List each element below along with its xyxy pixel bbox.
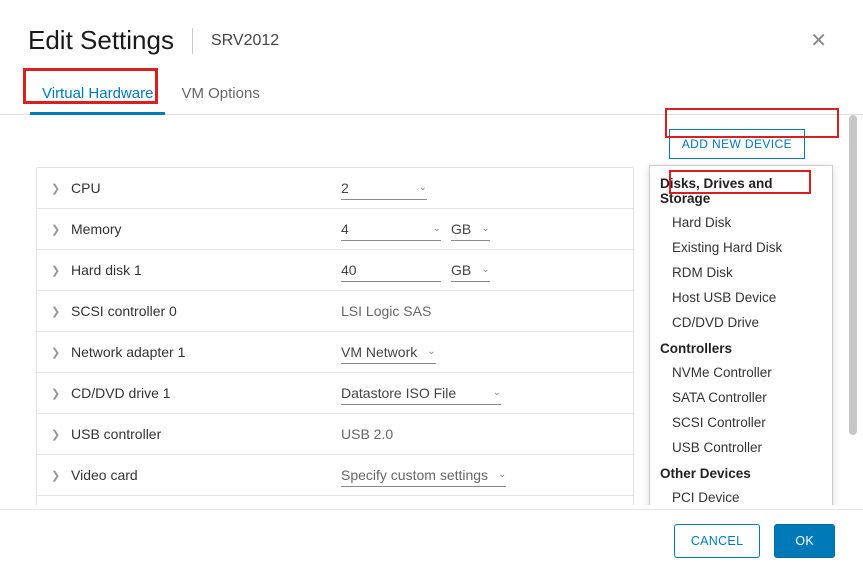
memory-value: 4 — [341, 221, 349, 237]
hardware-table: ❯ CPU 2 ⌄ ❯ Memory 4 ⌄ — [36, 167, 634, 505]
edit-settings-dialog: Edit Settings SRV2012 ✕ Virtual Hardware… — [0, 0, 863, 572]
chevron-down-icon: ⌄ — [409, 182, 427, 193]
menu-item-pci[interactable]: PCI Device — [650, 485, 832, 505]
scsi-value: LSI Logic SAS — [341, 303, 431, 319]
row-network: ❯ Network adapter 1 VM Network ⌄ — [37, 332, 633, 373]
chevron-right-icon[interactable]: ❯ — [51, 346, 59, 359]
tab-bar: Virtual Hardware VM Options — [0, 75, 863, 115]
scrollbar-thumb[interactable] — [849, 115, 857, 435]
chevron-down-icon: ⌄ — [488, 469, 506, 480]
row-hard-disk: ❯ Hard disk 1 40 GB ⌄ — [37, 250, 633, 291]
menu-item-usb-ctrl[interactable]: USB Controller — [650, 435, 832, 460]
chevron-right-icon[interactable]: ❯ — [51, 223, 59, 236]
memory-unit: GB — [451, 221, 471, 237]
hard-disk-unit: GB — [451, 262, 471, 278]
menu-item-nvme[interactable]: NVMe Controller — [650, 360, 832, 385]
usb-label: USB controller — [71, 426, 341, 442]
row-security: ❯ Security Devices Not Configured — [37, 496, 633, 505]
cancel-button[interactable]: CANCEL — [674, 524, 761, 558]
memory-label: Memory — [71, 221, 341, 237]
close-icon[interactable]: ✕ — [806, 24, 831, 57]
cddvd-select[interactable]: Datastore ISO File ⌄ — [341, 382, 501, 405]
chevron-right-icon[interactable]: ❯ — [51, 469, 59, 482]
row-cpu: ❯ CPU 2 ⌄ — [37, 168, 633, 209]
chevron-right-icon[interactable]: ❯ — [51, 264, 59, 277]
chevron-down-icon: ⌄ — [483, 387, 501, 398]
menu-item-host-usb[interactable]: Host USB Device — [650, 285, 832, 310]
vm-name: SRV2012 — [211, 32, 279, 50]
network-select[interactable]: VM Network ⌄ — [341, 341, 436, 364]
chevron-right-icon[interactable]: ❯ — [51, 305, 59, 318]
row-usb: ❯ USB controller USB 2.0 — [37, 414, 633, 455]
hard-disk-value: 40 — [341, 262, 357, 278]
memory-unit-select[interactable]: GB ⌄ — [451, 218, 490, 241]
network-value: VM Network — [341, 344, 417, 360]
menu-item-rdm-disk[interactable]: RDM Disk — [650, 260, 832, 285]
chevron-right-icon[interactable]: ❯ — [51, 387, 59, 400]
chevron-right-icon[interactable]: ❯ — [51, 182, 59, 195]
cpu-label: CPU — [71, 180, 341, 196]
row-scsi: ❯ SCSI controller 0 LSI Logic SAS — [37, 291, 633, 332]
menu-group-other: Other Devices — [650, 460, 832, 485]
chevron-right-icon[interactable]: ❯ — [51, 428, 59, 441]
row-memory: ❯ Memory 4 ⌄ GB ⌄ — [37, 209, 633, 250]
dialog-footer: CANCEL OK — [0, 509, 863, 572]
menu-item-scsi[interactable]: SCSI Controller — [650, 410, 832, 435]
chevron-down-icon: ⌄ — [423, 223, 441, 234]
cddvd-value: Datastore ISO File — [341, 385, 456, 401]
menu-item-hard-disk[interactable]: Hard Disk — [650, 210, 832, 235]
title-divider — [192, 28, 193, 54]
memory-input[interactable]: 4 ⌄ — [341, 218, 441, 241]
row-cddvd: ❯ CD/DVD drive 1 Datastore ISO File ⌄ — [37, 373, 633, 414]
add-device-menu: Disks, Drives and Storage Hard Disk Exis… — [649, 165, 833, 505]
video-label: Video card — [71, 467, 341, 483]
cpu-value: 2 — [341, 180, 349, 196]
tab-vm-options[interactable]: VM Options — [167, 75, 273, 114]
chevron-down-icon: ⌄ — [471, 223, 489, 234]
menu-group-controllers: Controllers — [650, 335, 832, 360]
chevron-down-icon: ⌄ — [417, 346, 435, 357]
chevron-down-icon: ⌄ — [471, 264, 489, 275]
tab-virtual-hardware[interactable]: Virtual Hardware — [28, 75, 167, 114]
cpu-select[interactable]: 2 ⌄ — [341, 177, 427, 200]
scsi-label: SCSI controller 0 — [71, 303, 341, 319]
dialog-title: Edit Settings — [28, 25, 174, 56]
add-new-device-button[interactable]: ADD NEW DEVICE — [669, 129, 805, 159]
hard-disk-unit-select[interactable]: GB ⌄ — [451, 259, 490, 282]
network-label: Network adapter 1 — [71, 344, 341, 360]
menu-item-existing-hard-disk[interactable]: Existing Hard Disk — [650, 235, 832, 260]
row-video: ❯ Video card Specify custom settings ⌄ — [37, 455, 633, 496]
cddvd-label: CD/DVD drive 1 — [71, 385, 341, 401]
dialog-header: Edit Settings SRV2012 ✕ — [0, 0, 863, 75]
hard-disk-label: Hard disk 1 — [71, 262, 341, 278]
content-area: ADD NEW DEVICE ❯ CPU 2 ⌄ ❯ Memory 4 — [0, 115, 863, 505]
video-value: Specify custom settings — [341, 467, 488, 483]
hard-disk-input[interactable]: 40 — [341, 259, 441, 282]
menu-item-sata[interactable]: SATA Controller — [650, 385, 832, 410]
ok-button[interactable]: OK — [774, 524, 835, 558]
usb-value: USB 2.0 — [341, 426, 393, 442]
menu-item-cd-dvd[interactable]: CD/DVD Drive — [650, 310, 832, 335]
menu-group-storage: Disks, Drives and Storage — [650, 170, 832, 210]
video-select[interactable]: Specify custom settings ⌄ — [341, 464, 506, 487]
